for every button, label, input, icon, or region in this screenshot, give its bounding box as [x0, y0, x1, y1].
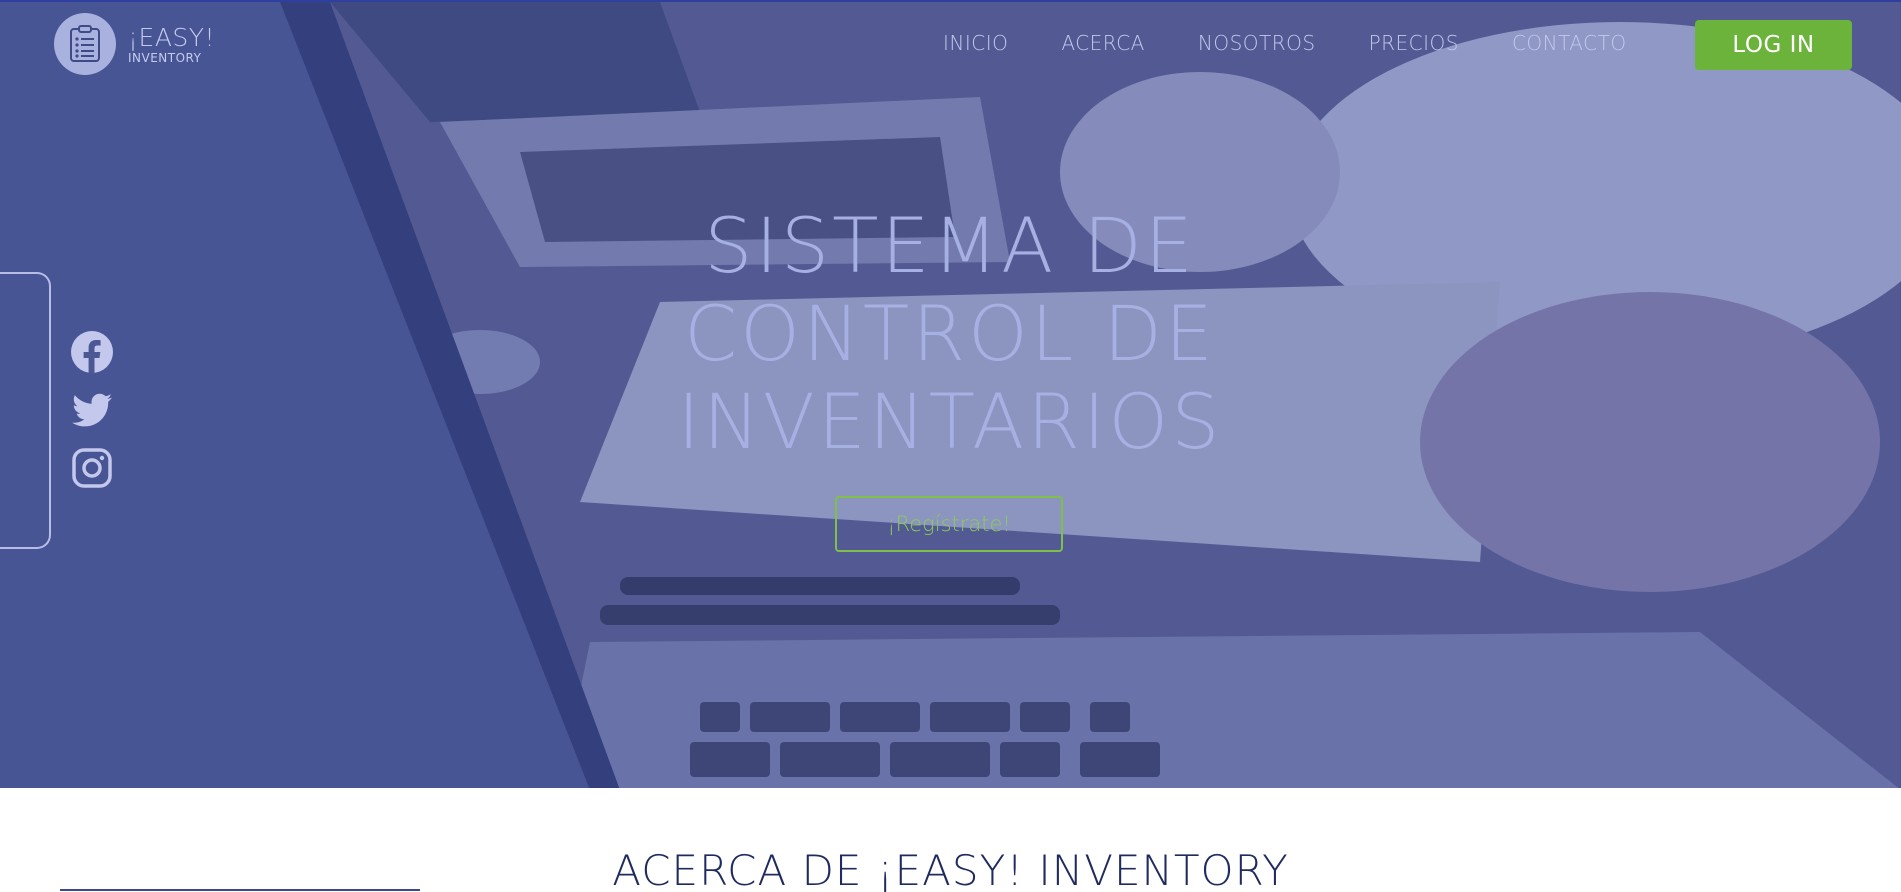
headline-line-3: INVENTARIOS	[677, 377, 1223, 466]
instagram-icon[interactable]	[70, 446, 114, 490]
facebook-icon[interactable]	[70, 330, 114, 374]
nav-item-precios[interactable]: PRECIOS	[1369, 31, 1459, 55]
register-button[interactable]: ¡Regístrate!	[835, 496, 1063, 552]
main-nav: INICIO ACERCA NOSOTROS PRECIOS CONTACTO	[943, 31, 1680, 55]
twitter-icon[interactable]	[70, 388, 114, 432]
hero-section: ¡EASY! INVENTORY INICIO ACERCA NOSOTROS …	[0, 0, 1901, 788]
section-divider	[60, 889, 420, 891]
nav-item-contacto[interactable]: CONTACTO	[1512, 31, 1627, 55]
brand-subtitle: INVENTORY	[128, 50, 202, 65]
nav-item-acerca[interactable]: ACERCA	[1061, 31, 1144, 55]
brand-text: ¡EASY! INVENTORY	[128, 25, 215, 64]
social-links	[70, 330, 114, 490]
brand-title: ¡EASY!	[128, 22, 216, 52]
nav-item-inicio[interactable]: INICIO	[943, 31, 1008, 55]
brand-logo[interactable]: ¡EASY! INVENTORY	[54, 13, 215, 75]
login-button[interactable]: LOG IN	[1695, 20, 1852, 70]
hero-headline: SISTEMA DE CONTROL DE INVENTARIOS	[600, 202, 1300, 466]
social-bracket	[0, 272, 51, 549]
headline-line-2: CONTROL DE	[684, 289, 1216, 378]
headline-line-1: SISTEMA DE	[704, 201, 1196, 290]
about-section-title: ACERCA DE ¡EASY! INVENTORY	[612, 846, 1289, 892]
clipboard-icon	[54, 13, 116, 75]
nav-item-nosotros[interactable]: NOSOTROS	[1198, 31, 1316, 55]
